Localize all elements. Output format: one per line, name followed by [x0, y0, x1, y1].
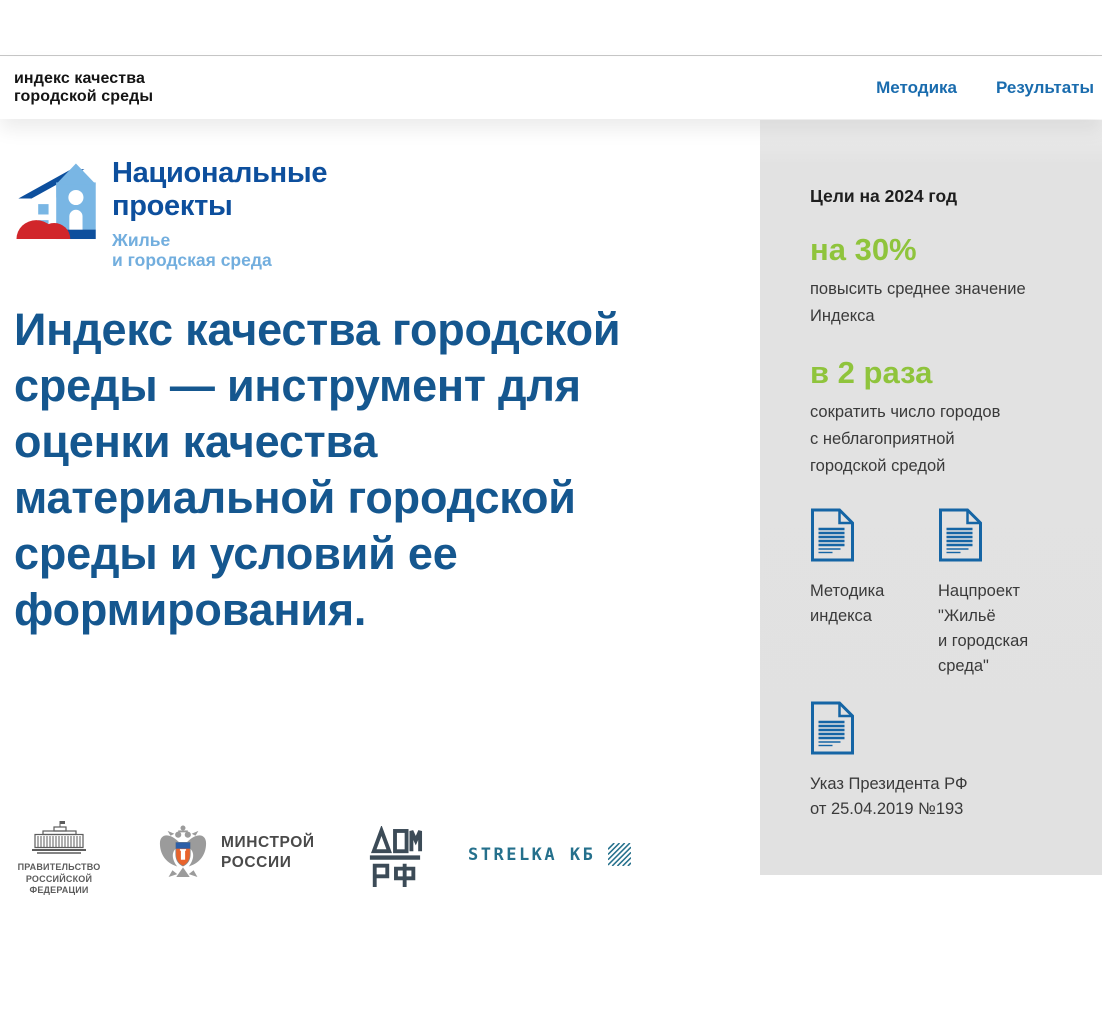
page-title-line: материальной городской [14, 470, 620, 526]
double-headed-eagle-icon [158, 822, 208, 884]
main-nav: Методика Результаты [876, 78, 1094, 98]
dom-rf-icon [367, 826, 423, 890]
natproject-logo: Национальные проекты Жилье и городская с… [14, 156, 327, 270]
goals-panel: Цели на 2024 год на 30% повысить среднее… [760, 120, 1102, 875]
natproject-title-line2: проекты [112, 190, 327, 222]
site-logo-text[interactable]: индекс качества городской среды [14, 70, 153, 106]
doc-label: Нацпроект "Жильё и городская среда" [938, 579, 1078, 679]
dom-rf-logo[interactable] [367, 826, 423, 895]
government-label: ПРАВИТЕЛЬСТВО РОССИЙСКОЙ ФЕДЕРАЦИИ [12, 862, 106, 897]
page-title: Индекс качества городской среды — инстру… [14, 302, 620, 638]
document-links: Методика индекса Нацпроект "Жильё и горо… [810, 508, 1066, 822]
hatch-square-icon [608, 843, 631, 866]
document-icon [810, 508, 855, 562]
doc-label: Указ Президента РФ от 25.04.2019 №193 [810, 772, 1078, 822]
goal-value: в 2 раза [810, 356, 1066, 390]
site-header: индекс качества городской среды Методика… [0, 57, 1102, 119]
document-icon [938, 508, 983, 562]
document-icon [810, 701, 855, 755]
page-title-line: формирования. [14, 582, 620, 638]
government-building-icon [27, 820, 91, 854]
minstroy-label: МИНСТРОЙ РОССИИ [221, 833, 315, 873]
strelka-label: STRELKA КБ [468, 845, 595, 865]
government-logo[interactable]: ПРАВИТЕЛЬСТВО РОССИЙСКОЙ ФЕДЕРАЦИИ [12, 820, 106, 897]
doc-link-natsproekt[interactable]: Нацпроект "Жильё и городская среда" [938, 508, 1078, 679]
doc-link-metodika-indeksa[interactable]: Методика индекса [810, 508, 938, 679]
page-title-line: Индекс качества городской [14, 302, 620, 358]
top-strip [0, 0, 1102, 56]
doc-link-ukaz-prezidenta[interactable]: Указ Президента РФ от 25.04.2019 №193 [810, 701, 1078, 822]
page-title-line: среды — инструмент для [14, 358, 620, 414]
goals-title: Цели на 2024 год [810, 186, 1066, 207]
natproject-subtitle: Жилье и городская среда [112, 230, 327, 270]
page-title-line: среды и условий ее [14, 526, 620, 582]
natproject-text: Национальные проекты Жилье и городская с… [112, 156, 327, 270]
nav-link-metodika[interactable]: Методика [876, 78, 957, 98]
goal-description: повысить среднее значение Индекса [810, 276, 1066, 330]
goal-value: на 30% [810, 233, 1066, 267]
page-title-line: оценки качества [14, 414, 620, 470]
goal-description: сократить число городов с неблагоприятно… [810, 399, 1066, 480]
doc-label: Методика индекса [810, 579, 938, 629]
natproject-title-line1: Национальные [112, 157, 327, 189]
goal-item: в 2 раза сократить число городов с небла… [810, 356, 1066, 480]
nav-link-rezultaty[interactable]: Результаты [996, 78, 1094, 98]
goal-item: на 30% повысить среднее значение Индекса [810, 233, 1066, 330]
house-with-bushes-icon [14, 156, 102, 256]
strelka-logo[interactable]: STRELKA КБ [468, 843, 631, 866]
minstroy-logo[interactable]: МИНСТРОЙ РОССИИ [158, 822, 315, 884]
